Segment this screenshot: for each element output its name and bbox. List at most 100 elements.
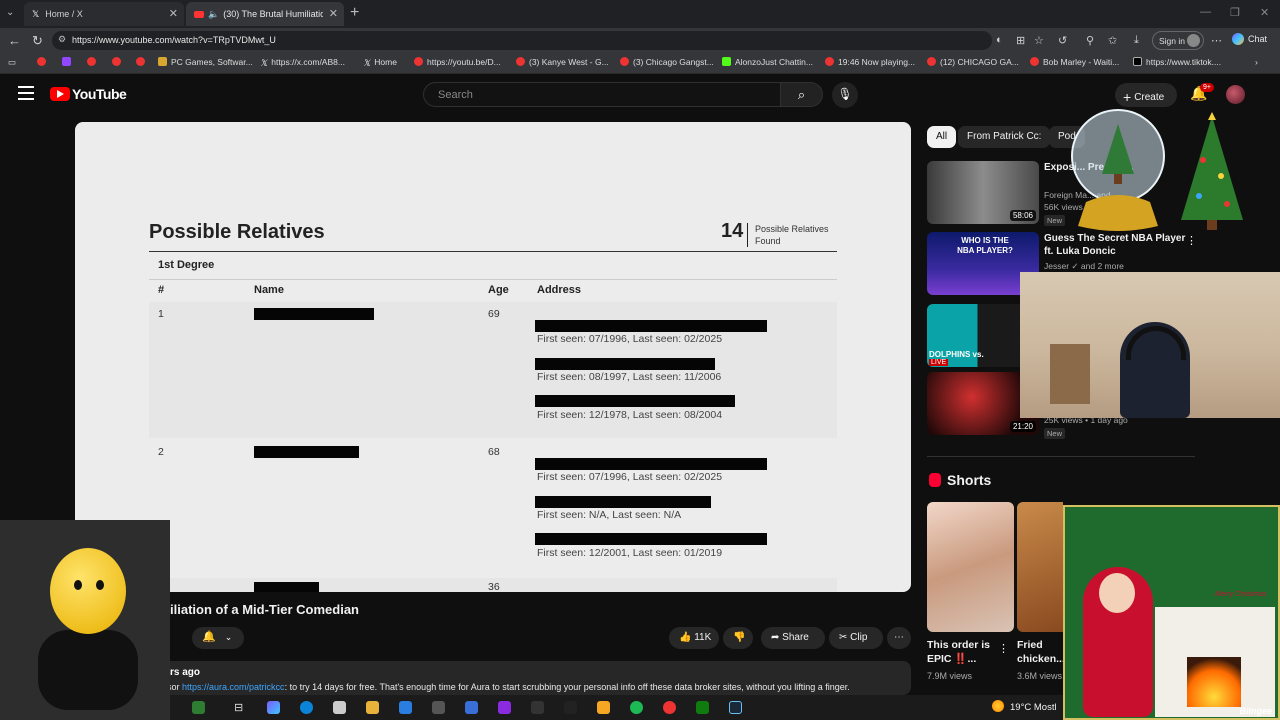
bookmark-item[interactable]: 19:46 Now playing... (825, 57, 915, 67)
youtube-favicon-icon (516, 57, 525, 66)
close-window-icon[interactable]: ✕ (1260, 6, 1269, 19)
bookmark-twitch[interactable] (62, 57, 75, 67)
bookmark-youtube[interactable] (112, 57, 125, 67)
copilot-app-icon[interactable] (267, 701, 280, 714)
bookmark-item[interactable]: https://youtu.be/D... (414, 57, 501, 67)
refresh-extension-icon[interactable]: ↺ (1058, 34, 1067, 47)
table-row: 2 68 First seen: 07/1996, Last seen: 02/… (149, 440, 837, 576)
bookmark-label: (3) Kanye West - G... (529, 57, 609, 67)
bookmark-item[interactable]: AlonzoJust Chattin... (722, 57, 813, 67)
tab-home-x[interactable]: 𝕏 Home / X ✕ (24, 2, 184, 26)
table-row: 1 69 First seen: 07/1996, Last seen: 02/… (149, 302, 837, 438)
bookmark-item[interactable]: (12) CHICAGO GA... (927, 57, 1019, 67)
divider (149, 251, 837, 252)
more-options-icon[interactable]: ⋮ (998, 642, 1009, 655)
voice-search-button[interactable]: 🎙 (832, 82, 858, 108)
clip-button[interactable]: ✂ Clip (829, 627, 883, 649)
extensions-icon[interactable]: ⚲ (1086, 34, 1094, 47)
more-bookmarks-chevron-icon[interactable]: › (1255, 57, 1258, 67)
notification-settings-button[interactable]: 🔔 ⌄ (192, 627, 244, 649)
app-icon[interactable] (531, 701, 544, 714)
bookmark-item[interactable]: (3) Kanye West - G... (516, 57, 609, 67)
column-header-number: # (158, 284, 165, 296)
youtube-favicon-icon (87, 57, 96, 66)
more-options-icon[interactable]: ⋮ (1186, 234, 1197, 247)
santa-fireplace-overlay: Merry Christmas Blingee (1063, 505, 1280, 720)
search-icon: ⌕ (797, 87, 806, 102)
like-button[interactable]: 👍 11K (669, 627, 719, 649)
apps-icon[interactable]: ⊞ (1016, 34, 1025, 47)
like-count: 11K (694, 632, 712, 643)
search-input[interactable]: Search (423, 82, 781, 107)
app-icon[interactable] (597, 701, 610, 714)
column-header-address: Address (537, 284, 582, 296)
short-thumbnail[interactable] (1017, 502, 1063, 632)
plush-head (50, 548, 126, 634)
store-icon[interactable] (333, 701, 346, 714)
watermark: Blingee (1239, 706, 1272, 716)
share-button[interactable]: ➦ Share (761, 627, 825, 649)
app-icon[interactable] (465, 701, 478, 714)
edge-icon[interactable] (300, 701, 313, 714)
bookmark-star-icon[interactable]: ☆ (1034, 34, 1044, 47)
divider (149, 279, 837, 280)
close-tab-icon[interactable]: ✕ (169, 7, 178, 20)
new-tab-icon[interactable]: + (350, 4, 359, 22)
url-field[interactable]: ⚙ https://www.youtube.com/watch?v=TRpTVD… (52, 31, 992, 50)
minimize-icon[interactable]: — (1200, 6, 1211, 18)
x-favicon-icon: 𝕏 (363, 58, 371, 68)
search-button[interactable]: ⌕ (781, 82, 823, 107)
video-thumbnail[interactable]: 58:06 (927, 161, 1039, 224)
steam-icon[interactable] (729, 701, 742, 714)
app-icon[interactable] (498, 701, 511, 714)
description-box[interactable]: rs ago nsor https://aura.com/patrickcc: … (75, 661, 911, 695)
file-explorer-icon[interactable] (366, 701, 379, 714)
share-label: Share (782, 632, 809, 643)
bookmark-item[interactable]: https://www.tiktok.... (1133, 57, 1221, 67)
spotify-icon[interactable] (630, 701, 643, 714)
more-menu-icon[interactable]: ⋯ (1211, 34, 1222, 47)
dislike-button[interactable]: 👎 (723, 627, 753, 649)
downloads-icon[interactable]: ⤓ (1134, 34, 1139, 47)
create-button[interactable]: + Create (1115, 83, 1177, 107)
mail-icon[interactable] (399, 701, 412, 714)
bookmark-item[interactable]: 𝕏 Home (363, 57, 397, 68)
menu-icon[interactable] (18, 86, 34, 104)
sidebar-toggle-icon[interactable]: ▭ (8, 57, 16, 68)
sponsor-link[interactable]: https://aura.com/patrickcc (182, 682, 285, 692)
tab-search-chevron-icon[interactable]: ⌄ (6, 7, 14, 18)
app-icon[interactable] (432, 701, 445, 714)
speaker-icon[interactable]: 🔈 (208, 9, 219, 20)
refresh-icon[interactable]: ↻ (32, 33, 43, 49)
more-actions-button[interactable]: ⋯ (887, 627, 911, 649)
chip-all[interactable]: All (927, 126, 957, 148)
bookmark-item[interactable]: 𝕏https://x.com/AB8... (260, 57, 345, 68)
close-tab-icon[interactable]: ✕ (329, 7, 338, 20)
site-info-icon[interactable]: ⚙ (58, 34, 66, 45)
chat-button[interactable]: Chat (1232, 33, 1267, 45)
task-view-icon[interactable]: ⊟ (234, 701, 247, 714)
chip-from-channel[interactable]: From Patrick Cc: (958, 126, 1051, 148)
clip-label: Clip (850, 632, 868, 643)
bookmark-item[interactable]: (3) Chicago Gangst... (620, 57, 714, 67)
translate-icon[interactable]: ◐ (996, 34, 1003, 46)
cake-app-icon[interactable] (192, 701, 205, 714)
bookmark-item[interactable]: PC Games, Softwar... (158, 57, 253, 67)
bookmark-item[interactable]: Bob Marley - Waiti... (1030, 57, 1119, 67)
weather-widget[interactable]: 19°C Mostl (992, 700, 1057, 713)
maximize-icon[interactable]: ❐ (1230, 6, 1240, 19)
app-icon[interactable] (663, 701, 676, 714)
short-thumbnail[interactable] (927, 502, 1014, 632)
bookmark-youtube[interactable] (37, 57, 50, 67)
bookmark-youtube[interactable] (136, 57, 149, 67)
favorites-icon[interactable]: ✩ (1108, 34, 1117, 47)
account-avatar[interactable] (1226, 85, 1245, 104)
app-icon[interactable] (564, 701, 577, 714)
tab-youtube-video[interactable]: 🔈 (30) The Brutal Humiliation of ✕ (186, 2, 344, 26)
video-player[interactable]: Possible Relatives 14 Possible Relatives… (75, 122, 911, 592)
back-icon[interactable]: ← (8, 33, 21, 48)
youtube-logo[interactable]: YouTube (50, 86, 127, 102)
xbox-icon[interactable] (696, 701, 709, 714)
sign-in-button[interactable]: Sign in (1152, 31, 1204, 50)
bookmark-youtube[interactable] (87, 57, 100, 67)
